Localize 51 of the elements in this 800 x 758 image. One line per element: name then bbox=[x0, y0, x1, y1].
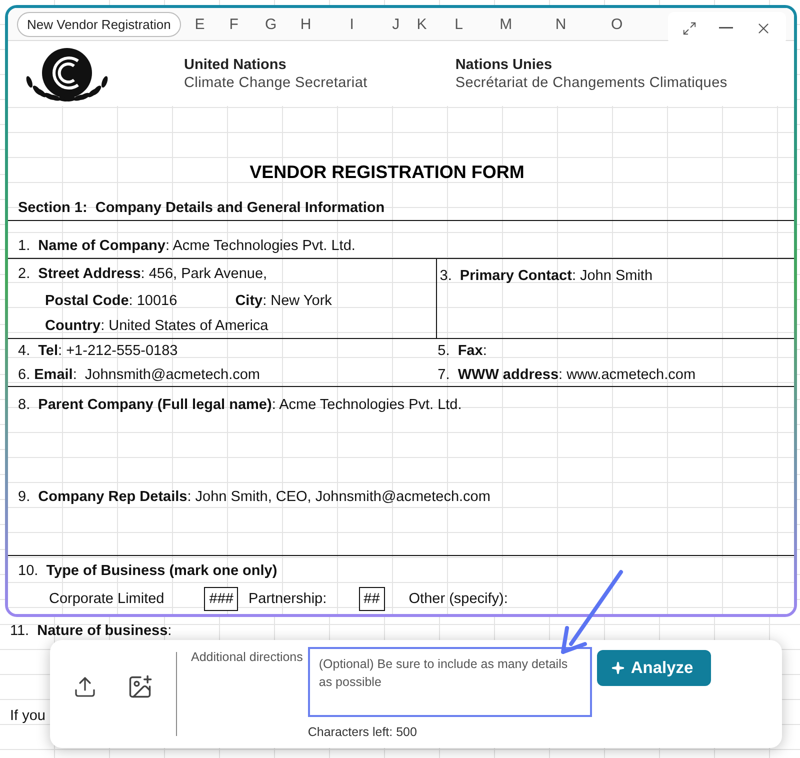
directions-field[interactable]: (Optional) Be sure to include as many details as possible bbox=[308, 647, 592, 717]
column-header: E bbox=[194, 16, 206, 32]
org-name: Nations Unies bbox=[455, 56, 554, 72]
column-header: K bbox=[416, 16, 428, 32]
characters-left: Characters left: 500 bbox=[308, 725, 418, 739]
form-field: 3. Primary Contact: John Smith bbox=[440, 264, 653, 288]
form-field: Country: United States of America bbox=[45, 314, 268, 338]
expand-button[interactable] bbox=[682, 20, 697, 36]
form-field: 1. Name of Company: Acme Technologies Pvt. Ltd. bbox=[18, 234, 356, 258]
sheet-text: If you bbox=[10, 707, 46, 726]
upload-button[interactable] bbox=[73, 675, 97, 699]
section-heading: Section 1: Company Details and General Information bbox=[18, 199, 385, 218]
add-image-button[interactable] bbox=[127, 674, 153, 700]
minimize-button[interactable] bbox=[719, 27, 733, 29]
form-field: 8. Parent Company (Full legal name): Acme Technologies Pvt. Ltd. bbox=[18, 393, 462, 417]
option-label: Other (specify): bbox=[408, 590, 508, 609]
form-field: 4. Tel: +1-212-555-0183 bbox=[18, 339, 178, 363]
column-header: M bbox=[498, 16, 514, 32]
option-label: Corporate Limited bbox=[49, 590, 164, 609]
column-header: J bbox=[391, 16, 401, 32]
option-label: Partnership: bbox=[248, 590, 327, 609]
column-header: N bbox=[554, 16, 568, 32]
form-field: 10. Type of Business (mark one only) bbox=[18, 559, 278, 583]
form-title: VENDOR REGISTRATION FORM bbox=[250, 162, 524, 182]
option-mark: ## bbox=[358, 587, 385, 611]
directions-label: Additional directions bbox=[191, 650, 303, 666]
option-mark: ### bbox=[204, 587, 238, 611]
column-header: H bbox=[299, 16, 312, 32]
column-header: F bbox=[228, 16, 240, 32]
minimize-icon bbox=[719, 27, 733, 29]
form-field: City: New York bbox=[235, 289, 332, 314]
form-field: Postal Code: 10016 bbox=[45, 289, 178, 314]
form-field: 2. Street Address: 456, Park Avenue, bbox=[18, 262, 268, 286]
form-field: 6. Email: Johnsmith@acmetech.com bbox=[18, 363, 260, 387]
column-header: L bbox=[454, 16, 464, 32]
org-subtitle: Secrétariat de Changements Climatiques bbox=[455, 74, 728, 90]
form-field: 7. WWW address: www.acmetech.com bbox=[438, 363, 696, 387]
window-title: New Vendor Registration bbox=[17, 12, 181, 36]
upload-icon bbox=[73, 675, 97, 699]
column-header: I bbox=[348, 16, 355, 32]
sparkle-icon bbox=[610, 661, 625, 675]
expand-icon bbox=[682, 20, 697, 36]
column-header: O bbox=[610, 16, 624, 32]
form-field: 5. Fax: bbox=[438, 339, 487, 363]
sheet-text: 11. Nature of business: bbox=[10, 622, 172, 641]
form-field: 9. Company Rep Details: John Smith, CEO, Johnsmith@acmetech.com bbox=[18, 485, 490, 509]
column-header: G bbox=[264, 16, 278, 32]
analyze-button[interactable]: Analyze bbox=[596, 650, 712, 686]
org-name: United Nations bbox=[184, 56, 288, 72]
org-subtitle: Climate Change Secretariat bbox=[184, 74, 368, 90]
add-image-icon bbox=[127, 674, 153, 700]
